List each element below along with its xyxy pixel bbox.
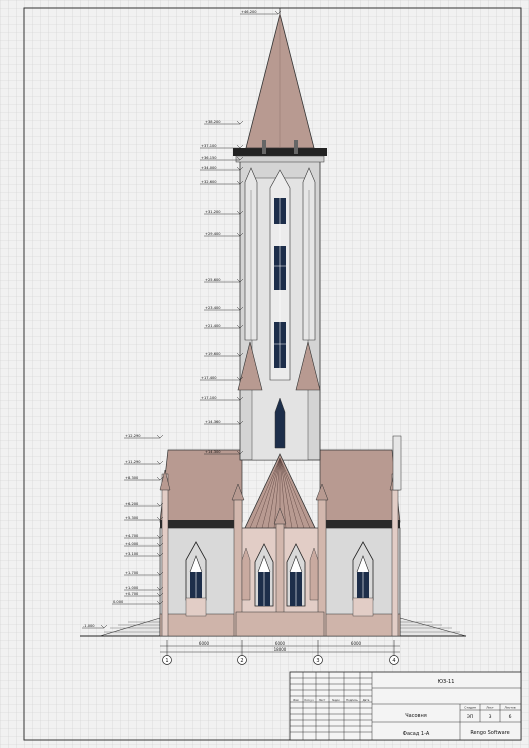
company-name: Rengo Software xyxy=(470,730,509,736)
sheet-value: 3 xyxy=(489,714,492,720)
span-1: 6000 xyxy=(199,641,210,646)
level-label: +23.400 xyxy=(205,306,221,310)
level-label: +29.400 xyxy=(205,232,221,236)
level-label: +17.100 xyxy=(201,396,217,400)
axis-1: 1 xyxy=(165,658,168,664)
level-label: +25.600 xyxy=(205,278,221,282)
belfry-cornice xyxy=(233,148,327,156)
stage-header: Стадия xyxy=(464,706,476,710)
sheet-name: Фасад 1-А xyxy=(403,731,430,737)
level-label: +3.100 xyxy=(125,552,139,556)
level-label: +11.290 xyxy=(125,460,141,464)
level-label: +19.600 xyxy=(205,352,221,356)
level-label: +46.200 xyxy=(241,10,257,14)
title-block: Изм Кол.уч Лист №док Подпись Дата ЮЗ-11 … xyxy=(289,671,522,741)
sheets-value: 6 xyxy=(509,714,512,720)
level-label: +38.200 xyxy=(205,120,221,124)
level-label: -1.000 xyxy=(83,624,95,628)
left-roof xyxy=(159,449,243,523)
sheet-header: Лист xyxy=(486,706,494,710)
stamp-h-2: Кол.уч xyxy=(305,698,314,702)
axis-4: 4 xyxy=(392,658,395,664)
stamp-h-3: Лист xyxy=(319,698,326,702)
axis-2: 2 xyxy=(240,658,243,664)
level-label: +12.290 xyxy=(125,434,141,438)
level-label: +17.400 xyxy=(201,376,217,380)
level-label: +21.400 xyxy=(205,324,221,328)
level-label: +0.700 xyxy=(125,592,139,596)
right-roof xyxy=(319,449,401,523)
stamp-h-6: Дата xyxy=(363,698,370,702)
span-3: 6000 xyxy=(351,641,362,646)
total-span: 18000 xyxy=(274,647,287,652)
level-label: +14.360 xyxy=(205,420,221,424)
level-label: +36.150 xyxy=(201,156,217,160)
level-label: +31.200 xyxy=(205,210,221,214)
stamp-h-1: Изм xyxy=(293,698,298,702)
level-label: +4.700 xyxy=(125,534,139,538)
span-2: 6000 xyxy=(275,641,286,646)
level-label: +6.200 xyxy=(125,502,139,506)
stamp-h-4: №док xyxy=(332,699,340,702)
level-label: +14.300 xyxy=(205,450,221,454)
doc-code: ЮЗ-11 xyxy=(438,679,455,685)
level-label: +4.000 xyxy=(125,542,139,546)
drawing-sheet: +46.200 +38.200 +37.100 +36.150 +34.000 +32.6… xyxy=(0,0,529,748)
level-label: +1.700 xyxy=(125,571,139,575)
stage-value: ЭП xyxy=(467,714,474,720)
left-cornice xyxy=(160,520,242,528)
right-cornice xyxy=(320,520,400,528)
level-label: +5.300 xyxy=(125,516,139,520)
stamp-h-5: Подпись xyxy=(346,698,358,702)
level-label: +1.000 xyxy=(125,586,139,590)
level-label: +32.600 xyxy=(201,180,217,184)
level-label: 0.000 xyxy=(113,600,124,604)
level-label: +8.300 xyxy=(125,476,139,480)
axis-3: 3 xyxy=(316,658,319,664)
sheets-header: Листов xyxy=(504,706,515,710)
level-label: +34.000 xyxy=(201,166,217,170)
object-name: Часовня xyxy=(405,713,427,719)
level-label: +37.100 xyxy=(201,144,217,148)
